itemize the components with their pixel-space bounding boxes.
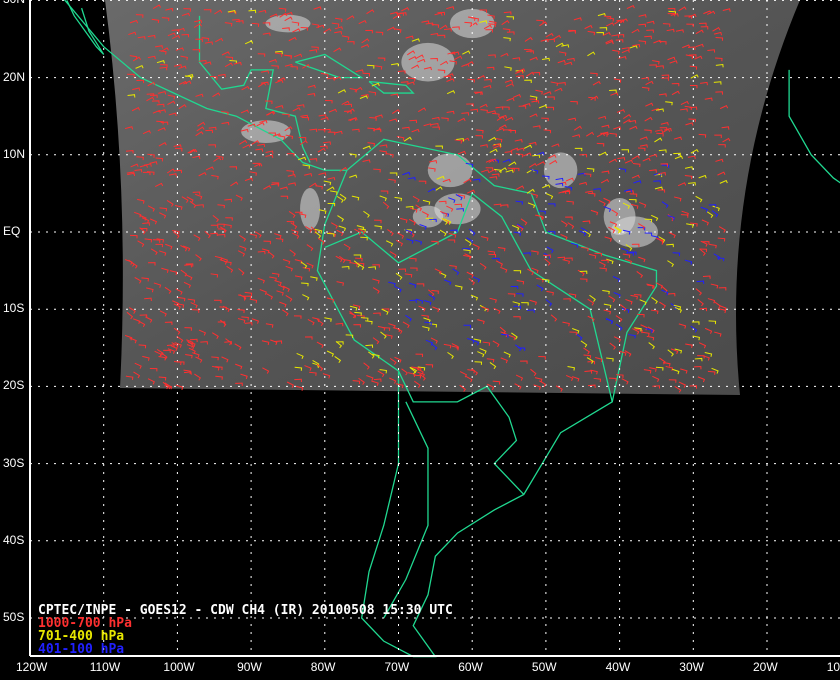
longitude-label: 60W xyxy=(458,660,483,674)
latitude-label: 10S xyxy=(3,301,25,316)
longitude-label: 70W xyxy=(384,660,410,674)
longitude-label: 20W xyxy=(753,660,778,674)
latitude-label: 30N xyxy=(3,0,25,6)
coastline xyxy=(788,69,840,184)
map-canvas xyxy=(29,0,840,658)
cloud xyxy=(610,216,658,248)
latitude-label: 50S xyxy=(3,610,25,624)
longitude-label: 30W xyxy=(679,660,704,674)
coastline xyxy=(383,401,429,619)
longitude-label: 120W xyxy=(16,660,48,674)
longitude-label: 90W xyxy=(237,660,262,674)
longitude-label: 40W xyxy=(605,660,631,674)
wind-map: 120W110W100W90W80W70W60W50W40W30W20W10W … xyxy=(0,0,840,680)
latitude-label: 20N xyxy=(3,69,26,84)
latitude-label: 10N xyxy=(3,146,26,161)
longitude-label: 50W xyxy=(531,660,557,674)
longitude-label: 10W xyxy=(826,660,840,674)
longitude-label: 110W xyxy=(89,660,121,674)
cloud xyxy=(300,187,321,230)
latitude-label: 40S xyxy=(3,532,25,547)
latitude-label: 30S xyxy=(3,455,25,470)
latitude-label: 20S xyxy=(3,378,25,393)
longitude-label: 100W xyxy=(163,660,195,674)
cloud xyxy=(265,14,311,33)
latitude-label: EQ xyxy=(3,224,21,238)
legend-high: 401-100 hPa xyxy=(38,642,125,657)
longitude-label: 80W xyxy=(310,660,336,674)
